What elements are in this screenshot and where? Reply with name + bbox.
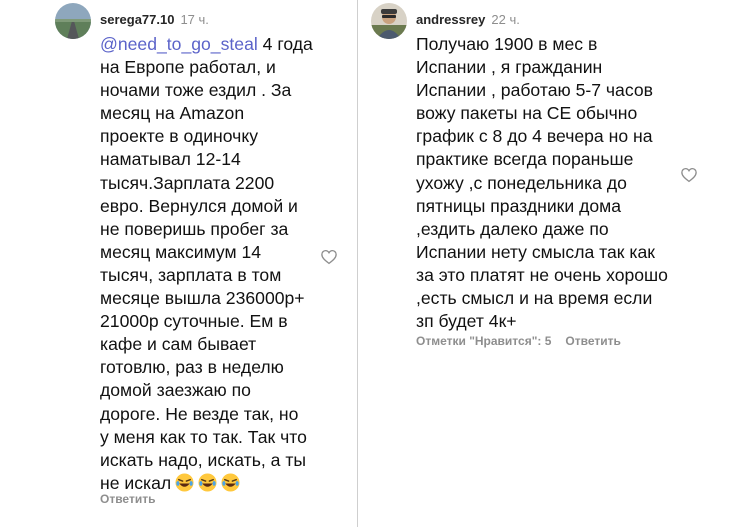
comment-line: не поверишь пробег за <box>100 218 289 239</box>
avatar[interactable] <box>55 3 91 39</box>
comment-line: ухожу ,с понедельника до <box>416 172 627 193</box>
mention-link[interactable]: @need_to_go_steal <box>100 34 258 54</box>
laughing-face-icon <box>198 473 217 492</box>
comment-actions: Ответить <box>100 492 155 506</box>
comment-line: ,есть смысл и на время если <box>416 288 653 309</box>
heart-icon[interactable] <box>320 248 338 266</box>
comments-screenshot: serega77.10 17 ч. @need_to_go_steal 4 год… <box>0 0 732 527</box>
comment-line: месяц на Amazon <box>100 103 245 124</box>
username[interactable]: andressrey <box>416 12 485 27</box>
comment-text-fragment: 4 года <box>257 34 313 54</box>
comment-text: @need_to_go_steal 4 года на Европе работ… <box>100 33 325 495</box>
comment-line: график с 8 до 4 вечера но на <box>416 126 653 147</box>
heart-icon[interactable] <box>680 166 698 184</box>
avatar[interactable] <box>371 3 407 39</box>
reply-button[interactable]: Ответить <box>565 334 620 348</box>
comment-line: искать надо, искать, а ты <box>100 449 307 470</box>
comment-header: serega77.10 17 ч. <box>100 12 209 27</box>
username[interactable]: serega77.10 <box>100 12 174 27</box>
comment-line: Испании нету смысла так как <box>416 241 655 262</box>
comment-line: практике всегда пораньше <box>416 149 634 170</box>
comment-line: Получаю 1900 в мес в <box>416 34 598 54</box>
comment-line: наматывал 12-14 <box>100 149 241 170</box>
comment-text-fragment: не искал <box>100 472 172 493</box>
comment-line: Испании , я гражданин <box>416 57 603 78</box>
comment-line: месяц максимум 14 <box>100 241 262 262</box>
comment-line: месяце вышла 236000р+ <box>100 288 305 309</box>
comment-header: andressrey 22 ч. <box>416 12 520 27</box>
timestamp[interactable]: 22 ч. <box>491 12 519 27</box>
avatar-road-image <box>55 3 91 39</box>
comment-line: кафе и сам бывает <box>100 334 257 355</box>
laughing-face-icon <box>221 473 240 492</box>
comment-actions: Отметки "Нравится": 5 Ответить <box>416 334 621 348</box>
comment-line: проекте в одиночку <box>100 126 259 147</box>
comment-line: у меня как то так. Так что <box>100 426 307 447</box>
comment-line: тысяч, зарплата в том <box>100 264 282 285</box>
laughing-face-icon <box>175 473 194 492</box>
comment-line: за это платят не очень хорошо <box>416 264 668 285</box>
comment-text: Получаю 1900 в мес в Испании , я граждан… <box>416 33 686 333</box>
comment-line: ночами тоже ездил . За <box>100 80 292 101</box>
avatar-person-image <box>371 3 407 39</box>
comment-line: вожу пакеты на СЕ обычно <box>416 103 638 124</box>
comment-line: евро. Вернулся домой и <box>100 195 298 216</box>
comment-line: готовлю, раз в неделю <box>100 357 284 378</box>
comment-line: @need_to_go_steal 4 года <box>100 33 325 56</box>
comment-line: 21000р суточные. Ем в <box>100 311 288 332</box>
timestamp[interactable]: 17 ч. <box>180 12 208 27</box>
comment-line: ,ездить далеко даже по <box>416 218 609 239</box>
reply-button[interactable]: Ответить <box>100 492 155 506</box>
comment-line: Испании , работаю 5-7 часов <box>416 80 653 101</box>
comment-line: пятницы праздники дома <box>416 195 621 216</box>
comment-line: домой заезжаю по <box>100 380 251 401</box>
likes-count-link[interactable]: Отметки "Нравится": 5 <box>416 334 551 348</box>
comment-line: тысяч.Зарплата 2200 <box>100 172 275 193</box>
comment-line: дороге. Не везде так, но <box>100 403 299 424</box>
divider <box>357 0 358 527</box>
comment-line: зп будет 4к+ <box>416 311 517 332</box>
comment-line: на Европе работал, и <box>100 57 276 78</box>
